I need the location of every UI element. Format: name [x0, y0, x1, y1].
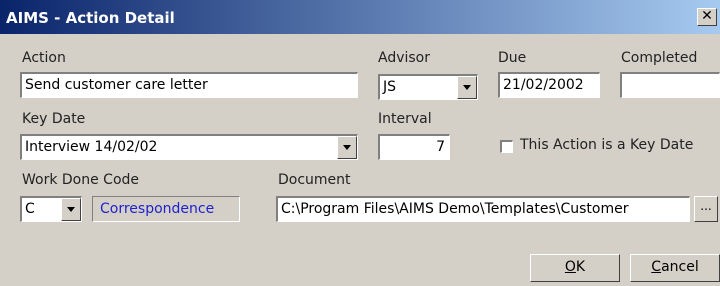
document-path-input[interactable]: C:\Program Files\AIMS Demo\Templates\Cus… [276, 196, 690, 222]
advisor-value: JS [383, 79, 397, 95]
action-value: Send customer care letter [25, 77, 208, 93]
action-detail-dialog: AIMS - Action Detail ✕ Action Send custo… [0, 0, 720, 286]
window-title: AIMS - Action Detail [6, 9, 175, 27]
cancel-button-label: ancel [661, 259, 699, 275]
key-date-select[interactable]: Interview 14/02/02 [20, 134, 358, 160]
close-icon: ✕ [701, 8, 713, 24]
interval-input[interactable]: 7 [378, 134, 450, 160]
work-done-code-select[interactable]: C [20, 196, 82, 222]
key-date-checkbox-label[interactable]: This Action is a Key Date [520, 137, 693, 153]
ok-button-mnemonic: O [564, 259, 576, 275]
action-input[interactable]: Send customer care letter [20, 72, 358, 98]
key-date-dropdown-icon[interactable] [337, 136, 357, 159]
document-label: Document [278, 172, 351, 188]
key-date-value: Interview 14/02/02 [25, 139, 158, 155]
cancel-button[interactable]: Cancel [630, 254, 720, 282]
due-label: Due [498, 50, 527, 66]
interval-value: 7 [436, 139, 445, 155]
interval-label: Interval [378, 111, 432, 127]
ok-button-label: K [575, 259, 586, 275]
key-date-label: Key Date [22, 111, 86, 127]
close-button[interactable]: ✕ [697, 8, 717, 26]
work-done-code-label: Work Done Code [22, 172, 140, 188]
ok-button[interactable]: OK [530, 254, 620, 282]
ellipsis-icon: ... [700, 199, 712, 213]
completed-date-input[interactable] [620, 72, 720, 98]
key-date-checkbox[interactable] [500, 140, 513, 153]
work-done-description: Correspondence [92, 196, 240, 222]
action-label: Action [22, 50, 66, 66]
document-path-value: C:\Program Files\AIMS Demo\Templates\Cus… [281, 201, 629, 217]
completed-label: Completed [621, 50, 698, 66]
advisor-select[interactable]: JS [378, 74, 478, 100]
work-done-code-value: C [25, 201, 35, 217]
work-done-code-dropdown-icon[interactable] [61, 198, 81, 221]
browse-document-button[interactable]: ... [694, 196, 718, 222]
cancel-button-mnemonic: C [651, 259, 662, 275]
title-bar[interactable]: AIMS - Action Detail ✕ [0, 0, 720, 34]
work-done-description-value: Correspondence [100, 201, 215, 217]
due-date-value: 21/02/2002 [503, 77, 584, 93]
advisor-label: Advisor [378, 50, 431, 66]
due-date-input[interactable]: 21/02/2002 [498, 72, 600, 98]
advisor-dropdown-icon[interactable] [457, 76, 477, 99]
